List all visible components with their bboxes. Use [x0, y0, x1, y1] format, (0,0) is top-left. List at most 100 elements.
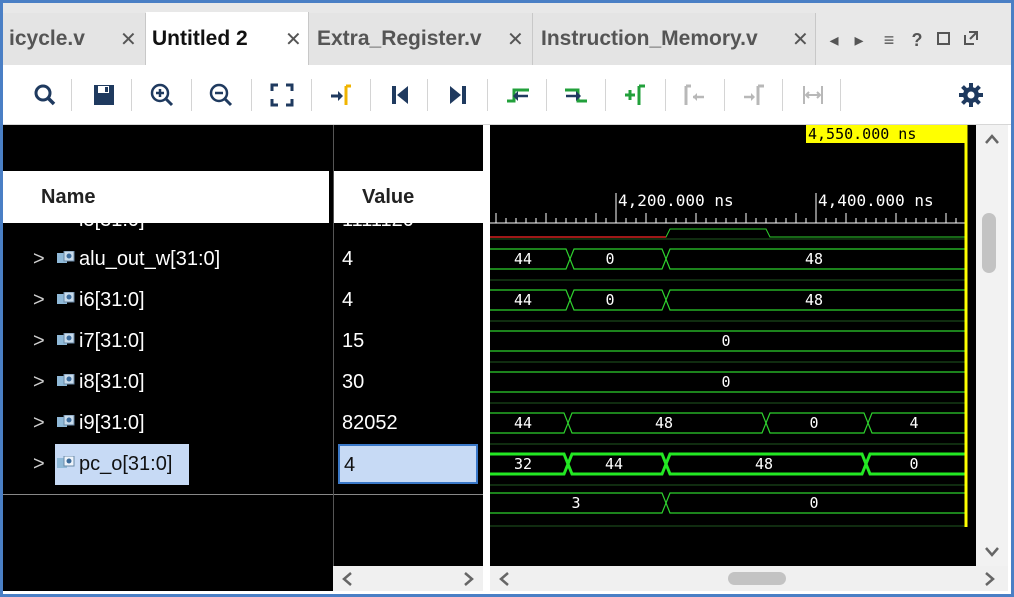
- signal-trace: [490, 412, 966, 425]
- signal-name: pc_o[31:0]: [79, 453, 173, 475]
- wave-value-label: 48: [805, 250, 823, 268]
- help-icon[interactable]: ?: [906, 30, 928, 51]
- selected-value-cell[interactable]: 4: [338, 444, 478, 484]
- tab-label: Extra_Register.v: [317, 27, 482, 50]
- wave-value-label: 44: [514, 291, 532, 309]
- row-divider: [334, 494, 484, 495]
- value-column-header[interactable]: Value: [334, 171, 484, 223]
- expand-chevron-icon[interactable]: >: [33, 371, 45, 394]
- wave-value-label: 48: [805, 291, 823, 309]
- tab-label: Instruction_Memory.v: [541, 27, 758, 50]
- signal-trace: [490, 298, 966, 311]
- signal-row-pc-o[interactable]: > pc_o[31:0]: [3, 444, 333, 485]
- go-to-last-time-icon[interactable]: [440, 77, 476, 113]
- expand-chevron-icon[interactable]: >: [33, 330, 45, 353]
- tab-icycle[interactable]: icycle.v ✕: [3, 13, 146, 65]
- waveform-pane[interactable]: 4,550.000 ns 4,200.000 ns 4,400.000 ns 4…: [490, 125, 976, 566]
- previous-marker-icon: [677, 77, 713, 113]
- bus-signal-icon: [57, 333, 75, 345]
- name-pane-footer: [3, 566, 333, 591]
- wave-value-label: 48: [655, 414, 673, 432]
- time-tick-label: 4,200.000 ns: [618, 191, 734, 210]
- signal-name-pane: Name i5[31:0] > alu_out_w[31:0] > i6[31:…: [3, 125, 333, 591]
- expand-chevron-icon[interactable]: >: [33, 453, 45, 476]
- waveform-horizontal-scrollbar[interactable]: [490, 566, 1008, 591]
- clipped-row-value-area: 1111120: [334, 223, 484, 231]
- scroll-left-icon[interactable]: [498, 571, 510, 587]
- go-to-cursor-icon[interactable]: [323, 77, 359, 113]
- scroll-up-icon[interactable]: [984, 133, 1000, 145]
- wave-value-label: 0: [605, 291, 614, 309]
- wave-value-label: 3: [571, 494, 580, 512]
- zoom-out-icon[interactable]: [203, 77, 239, 113]
- restore-icon[interactable]: [933, 30, 955, 51]
- bus-signal-icon: [57, 292, 75, 304]
- close-icon[interactable]: ✕: [507, 27, 524, 52]
- tab-list-icon[interactable]: ≡: [878, 30, 900, 51]
- value-horizontal-scrollbar[interactable]: [333, 566, 483, 591]
- close-icon[interactable]: ✕: [120, 27, 137, 52]
- signal-row-i6[interactable]: > i6[31:0]: [3, 280, 333, 321]
- tab-extra-register[interactable]: Extra_Register.v ✕: [309, 13, 533, 65]
- tab-untitled-2[interactable]: Untitled 2 ✕: [146, 12, 309, 66]
- previous-transition-icon[interactable]: [500, 77, 536, 113]
- wave-value-label: 0: [721, 332, 730, 350]
- save-icon[interactable]: [86, 77, 122, 113]
- wave-value-label: 0: [605, 250, 614, 268]
- clipped-row: i5[31:0]: [3, 223, 333, 231]
- settings-gear-icon[interactable]: [953, 77, 989, 113]
- name-column-header[interactable]: Name: [3, 171, 329, 223]
- signal-row-i9[interactable]: > i9[31:0]: [3, 403, 333, 444]
- expand-chevron-icon[interactable]: >: [33, 412, 45, 435]
- bus-signal-icon: [57, 456, 75, 468]
- signal-name: i6[31:0]: [79, 289, 145, 311]
- wave-value-label: 4: [909, 414, 918, 432]
- zoom-fit-icon[interactable]: [264, 77, 300, 113]
- bus-signal-icon: [57, 251, 75, 263]
- signal-name: alu_out_w[31:0]: [79, 248, 221, 270]
- close-icon[interactable]: ✕: [792, 27, 809, 52]
- signal-trace: [490, 257, 966, 270]
- signal-trace: [490, 492, 966, 505]
- scroll-right-icon[interactable]: [463, 571, 475, 587]
- clipped-row-value: 1111120: [342, 223, 414, 231]
- horizontal-scroll-thumb[interactable]: [728, 572, 786, 585]
- signal-trace: [490, 452, 966, 469]
- vertical-scrollbar[interactable]: [976, 125, 1008, 566]
- expand-chevron-icon[interactable]: >: [33, 248, 45, 271]
- wave-value-label: 0: [809, 494, 818, 512]
- bus-signal-icon: [57, 415, 75, 427]
- scroll-right-icon[interactable]: [984, 571, 996, 587]
- wave-value-label: 44: [514, 414, 532, 432]
- tab-instruction-memory[interactable]: Instruction_Memory.v ✕: [533, 13, 816, 65]
- pane-splitter[interactable]: [483, 125, 490, 591]
- wave-value-label: 0: [721, 373, 730, 391]
- zoom-in-icon[interactable]: [144, 77, 180, 113]
- signal-row-alu-out-w[interactable]: > alu_out_w[31:0]: [3, 239, 333, 280]
- expand-chevron-icon[interactable]: >: [33, 289, 45, 312]
- tab-scroll-left-icon[interactable]: ◂: [823, 30, 845, 51]
- close-icon[interactable]: ✕: [285, 27, 302, 52]
- search-icon[interactable]: [27, 77, 63, 113]
- tab-scroll-right-icon[interactable]: ▸: [848, 30, 870, 51]
- signal-name: i9[31:0]: [79, 412, 145, 434]
- vertical-scroll-thumb[interactable]: [982, 213, 996, 273]
- signal-value-pane: Value 1111120 4 4 15 30 82052 4: [333, 125, 484, 591]
- go-to-time-zero-icon[interactable]: [382, 77, 418, 113]
- next-transition-icon[interactable]: [558, 77, 594, 113]
- wave-value-label: 44: [514, 250, 532, 268]
- signal-row-i7[interactable]: > i7[31:0]: [3, 321, 333, 362]
- scroll-down-icon[interactable]: [984, 545, 1000, 557]
- signal-row-i8[interactable]: > i8[31:0]: [3, 362, 333, 403]
- add-marker-icon[interactable]: [617, 77, 653, 113]
- scroll-left-icon[interactable]: [341, 571, 353, 587]
- waveform-toolbar: [3, 65, 1011, 125]
- signal-trace: [490, 459, 966, 476]
- waveform-canvas[interactable]: 4,550.000 ns 4,200.000 ns 4,400.000 ns 4…: [490, 125, 976, 566]
- cursor-time-label: 4,550.000 ns: [808, 125, 916, 143]
- signal-value: 82052: [342, 412, 398, 434]
- signal-trace: [490, 501, 966, 514]
- float-icon[interactable]: [960, 30, 982, 51]
- signal-value: 15: [342, 330, 365, 352]
- wave-value-label: 48: [755, 455, 773, 473]
